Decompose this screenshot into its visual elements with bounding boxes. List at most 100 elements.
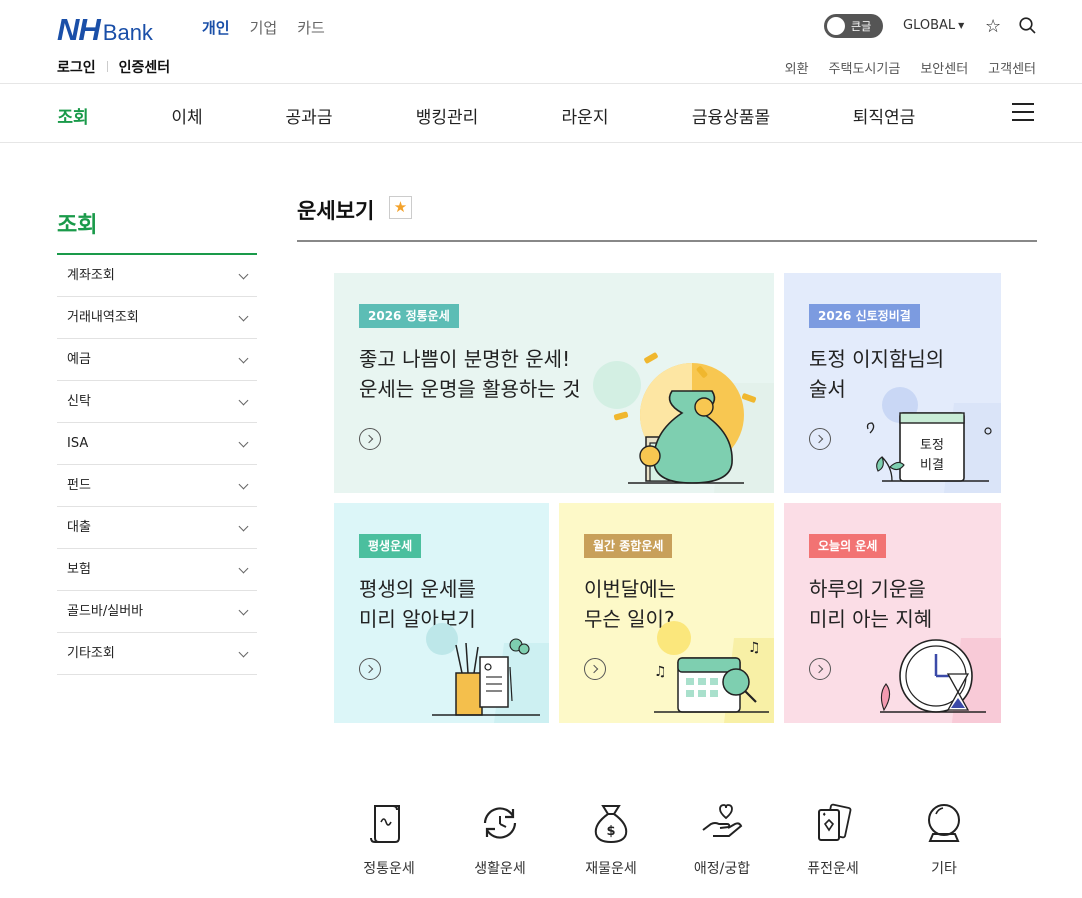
security-center-link[interactable]: 보안센터 bbox=[920, 58, 968, 77]
sidebar-item-label: 대출 bbox=[67, 520, 91, 535]
category-label: 재물운세 bbox=[585, 861, 637, 877]
segment-nav: 개인 기업 카드 bbox=[202, 17, 325, 38]
category-other[interactable]: 기타 bbox=[904, 800, 984, 878]
category-label: 애정/궁합 bbox=[693, 861, 751, 877]
arrow-right-icon[interactable] bbox=[584, 658, 606, 680]
logo-bank: Bank bbox=[102, 20, 153, 45]
fortune-card-lifetime[interactable]: 평생운세 평생의 운세를 미리 알아보기 bbox=[334, 503, 549, 723]
segment-business[interactable]: 기업 bbox=[250, 17, 278, 38]
category-wealth[interactable]: $ 재물운세 bbox=[571, 800, 651, 878]
nav-products[interactable]: 금융상품몰 bbox=[692, 103, 770, 128]
svg-text:$: $ bbox=[606, 824, 615, 839]
cycle-icon bbox=[483, 807, 517, 839]
favorite-star-icon[interactable]: ★ bbox=[389, 196, 412, 219]
fortune-card-tojeong[interactable]: 2026 신토정비결 토정 이지함님의 술서 토정 비결 bbox=[784, 273, 1001, 493]
main-nav: 조회 이체 공과금 뱅킹관리 라운지 금융상품몰 퇴직연금 bbox=[0, 84, 1082, 143]
nav-utility-bills[interactable]: 공과금 bbox=[286, 103, 333, 128]
chevron-down-icon bbox=[238, 647, 249, 658]
nav-lounge[interactable]: 라운지 bbox=[562, 103, 609, 128]
sidebar-item-isa[interactable]: ISA bbox=[57, 423, 257, 465]
global-menu[interactable]: GLOBAL ▼ bbox=[903, 18, 964, 33]
arrow-right-icon[interactable] bbox=[809, 658, 831, 680]
sidebar-item-label: 기타조회 bbox=[67, 646, 115, 661]
calendar-illustration: ♫ ♫ bbox=[654, 621, 774, 723]
star-icon[interactable]: ☆ bbox=[985, 16, 1001, 37]
book-title-line1: 토정 bbox=[920, 438, 944, 453]
caret-down-icon: ▼ bbox=[958, 21, 965, 30]
util-left: 로그인 인증센터 bbox=[57, 57, 170, 77]
sidebar-item-label: 신탁 bbox=[67, 394, 91, 409]
category-life[interactable]: 생활운세 bbox=[460, 800, 540, 878]
nav-inquiry[interactable]: 조회 bbox=[57, 103, 88, 128]
sidebar-item-loan[interactable]: 대출 bbox=[57, 507, 257, 549]
sidebar-item-account[interactable]: 계좌조회 bbox=[57, 255, 257, 297]
sidebar-item-insurance[interactable]: 보험 bbox=[57, 549, 257, 591]
card-badge: 오늘의 운세 bbox=[809, 534, 887, 558]
money-bag-illustration bbox=[593, 352, 774, 493]
hamburger-menu-icon[interactable] bbox=[1012, 103, 1034, 121]
nh-bank-logo[interactable]: NH Bank bbox=[57, 12, 153, 48]
forex-link[interactable]: 외환 bbox=[785, 58, 809, 77]
chevron-down-icon bbox=[238, 353, 249, 364]
login-link[interactable]: 로그인 bbox=[57, 57, 96, 77]
sidebar-item-label: 예금 bbox=[67, 352, 91, 367]
card-badge: 2026 정통운세 bbox=[359, 304, 459, 328]
util-right: 외환 주택도시기금 보안센터 고객센터 bbox=[785, 58, 1036, 77]
category-label: 생활운세 bbox=[474, 861, 526, 877]
arrow-right-icon[interactable] bbox=[359, 658, 381, 680]
category-traditional[interactable]: 정통운세 bbox=[349, 800, 429, 878]
cert-center-link[interactable]: 인증센터 bbox=[119, 57, 171, 77]
category-fusion[interactable]: ♦ 퓨전운세 bbox=[793, 800, 873, 878]
fortune-card-daily[interactable]: 오늘의 운세 하루의 기운을 미리 아는 지혜 bbox=[784, 503, 1001, 723]
category-love[interactable]: 애정/궁합 bbox=[682, 800, 762, 878]
chevron-down-icon bbox=[238, 311, 249, 322]
chevron-down-icon bbox=[238, 563, 249, 574]
sidebar-item-deposit[interactable]: 예금 bbox=[57, 339, 257, 381]
book-title-line2: 비결 bbox=[920, 458, 944, 473]
svg-text:♫: ♫ bbox=[654, 664, 667, 680]
global-label: GLOBAL bbox=[903, 18, 956, 33]
sidebar-item-label: ISA bbox=[67, 436, 89, 451]
toggle-knob bbox=[827, 17, 845, 35]
sidebar-item-transactions[interactable]: 거래내역조회 bbox=[57, 297, 257, 339]
sidebar-menu: 계좌조회 거래내역조회 예금 신탁 ISA 펀드 대출 보험 골드바/실버바 기… bbox=[57, 255, 257, 675]
sidebar-item-gold[interactable]: 골드바/실버바 bbox=[57, 591, 257, 633]
nav-transfer[interactable]: 이체 bbox=[171, 103, 202, 128]
card-text: 좋고 나쁨이 분명한 운세! 운세는 운명을 활용하는 것 bbox=[359, 347, 581, 401]
arrow-right-icon[interactable] bbox=[359, 428, 381, 450]
sidebar-item-label: 계좌조회 bbox=[67, 268, 115, 283]
nav-pension[interactable]: 퇴직연금 bbox=[853, 103, 916, 128]
sidebar-title: 조회 bbox=[57, 213, 98, 238]
fortune-card-traditional[interactable]: 2026 정통운세 좋고 나쁨이 분명한 운세! 운세는 운명을 활용하는 것 bbox=[334, 273, 774, 493]
svg-text:♦: ♦ bbox=[822, 812, 826, 818]
pencil-cup-illustration bbox=[426, 623, 549, 723]
logo-nh: NH bbox=[57, 12, 101, 47]
search-icon[interactable] bbox=[1019, 17, 1036, 34]
chevron-down-icon bbox=[238, 269, 249, 280]
sidebar-item-fund[interactable]: 펀드 bbox=[57, 465, 257, 507]
fortune-card-monthly[interactable]: 월간 종합운세 이번달에는 무슨 일이? ♫ ♫ bbox=[559, 503, 774, 723]
arrow-right-icon[interactable] bbox=[809, 428, 831, 450]
sidebar-item-label: 골드바/실버바 bbox=[67, 604, 144, 619]
cards-icon: ♦ bbox=[818, 803, 852, 841]
segment-card[interactable]: 카드 bbox=[297, 17, 325, 38]
chevron-down-icon bbox=[238, 521, 249, 532]
category-label: 정통운세 bbox=[363, 861, 415, 877]
housing-fund-link[interactable]: 주택도시기금 bbox=[829, 58, 901, 77]
chevron-down-icon bbox=[238, 437, 249, 448]
sidebar-item-trust[interactable]: 신탁 bbox=[57, 381, 257, 423]
segment-personal[interactable]: 개인 bbox=[202, 17, 230, 38]
crystal-ball-icon bbox=[928, 804, 960, 842]
sidebar-item-other[interactable]: 기타조회 bbox=[57, 633, 257, 675]
card-badge: 2026 신토정비결 bbox=[809, 304, 920, 328]
nav-banking-manage[interactable]: 뱅킹관리 bbox=[416, 103, 479, 128]
chevron-down-icon bbox=[238, 605, 249, 616]
large-text-toggle[interactable]: 큰글 bbox=[824, 14, 883, 38]
page-title: 운세보기 bbox=[297, 199, 375, 223]
sidebar-item-label: 보험 bbox=[67, 562, 91, 577]
chevron-down-icon bbox=[238, 479, 249, 490]
clock-hourglass-illustration bbox=[880, 638, 1001, 723]
top-header: NH Bank 개인 기업 카드 큰글 GLOBAL ▼ ☆ 로그인 인증센터 외… bbox=[0, 0, 1082, 84]
customer-center-link[interactable]: 고객센터 bbox=[988, 58, 1036, 77]
sidebar-item-label: 펀드 bbox=[67, 478, 91, 493]
